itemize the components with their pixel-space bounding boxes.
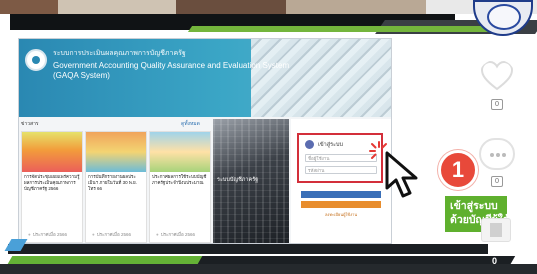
- portal-title: ระบบการประเมินผลคุณภาพการบัญชีภาครัฐ Gov…: [53, 49, 289, 81]
- login-panel: เข้าสู่ระบบ ชื่อผู้ใช้งาน รหัสผ่าน ลงทะเ…: [291, 119, 391, 243]
- news-thumbnail: [86, 132, 146, 172]
- news-thumbnail: [22, 132, 82, 172]
- share-icon[interactable]: [481, 218, 511, 242]
- username-field[interactable]: ชื่อผู้ใช้งาน: [305, 154, 377, 162]
- portal-title-th: ระบบการประเมินผลคุณภาพการบัญชีภาครัฐ: [53, 50, 186, 57]
- news-date: ประกาศเมื่อ 2566: [156, 231, 195, 238]
- step-number-badge: 1: [438, 150, 478, 190]
- comment-icon[interactable]: [479, 138, 515, 170]
- banner-tower-image: ระบบบัญชีภาครัฐ: [213, 119, 289, 243]
- news-title: การจัดประชุมเผยแพร่ความรู้ผลการประเมินคุ…: [24, 174, 80, 191]
- top-photo-strip: [0, 0, 537, 14]
- portal-header: ระบบการประเมินผลคุณภาพการบัญชีภาครัฐ Gov…: [19, 39, 391, 117]
- share-count: 0: [492, 256, 498, 266]
- portal-logo-icon: [25, 49, 47, 71]
- news-title: ประกาศผลการใช้ระบบบัญชีภาครัฐประจำปีงบปร…: [152, 174, 207, 185]
- portal-screenshot: ระบบการประเมินผลคุณภาพการบัญชีภาครัฐ Gov…: [18, 38, 392, 244]
- news-date: ประกาศเมื่อ 2566: [92, 231, 131, 238]
- news-date: ประกาศเมื่อ 2566: [28, 231, 67, 238]
- portal-title-en: Government Accounting Quality Assurance …: [53, 61, 290, 70]
- top-green-band: [187, 26, 493, 32]
- comment-count: 0: [491, 176, 503, 187]
- bottom-dark-band: [8, 244, 488, 254]
- bottom-strip: [0, 264, 537, 274]
- banner-text: ระบบบัญชีภาครัฐ: [217, 177, 259, 183]
- register-link[interactable]: ลงทะเบียนผู้ใช้งาน: [301, 212, 381, 217]
- news-card[interactable]: การจัดประชุมเผยแพร่ความรู้ผลการประเมินคุ…: [21, 131, 83, 243]
- news-card[interactable]: การบันทึกรายงานผลประเมินฯ ภายในวันที่ 30…: [85, 131, 147, 243]
- login-button[interactable]: [301, 191, 381, 198]
- like-count: 0: [491, 99, 503, 110]
- mouse-cursor-icon: [385, 151, 418, 198]
- video-frame: ระบบการประเมินผลคุณภาพการบัญชีภาครัฐ Gov…: [0, 0, 537, 274]
- login-heading: เข้าสู่ระบบ: [318, 142, 343, 148]
- portal-title-abbr: (GAQA System): [53, 71, 110, 80]
- news-title: การบันทึกรายงานผลประเมินฯ ภายในวันที่ 30…: [88, 174, 137, 191]
- news-label: ข่าวสาร: [21, 121, 39, 127]
- password-field[interactable]: รหัสผ่าน: [305, 166, 377, 174]
- news-more-link[interactable]: ดูทั้งหมด: [181, 120, 200, 128]
- news-card[interactable]: ประกาศผลการใช้ระบบบัญชีภาครัฐประจำปีงบปร…: [149, 131, 211, 243]
- news-thumbnail: [150, 132, 210, 172]
- bottom-green-band: [7, 256, 203, 264]
- secondary-button[interactable]: [301, 201, 381, 208]
- user-icon: [305, 140, 314, 149]
- heart-icon[interactable]: [479, 60, 515, 92]
- news-bar: ข่าวสาร ดูทั้งหมด: [19, 119, 219, 128]
- callout-line-1: เข้าสู่ระบบ: [450, 200, 498, 212]
